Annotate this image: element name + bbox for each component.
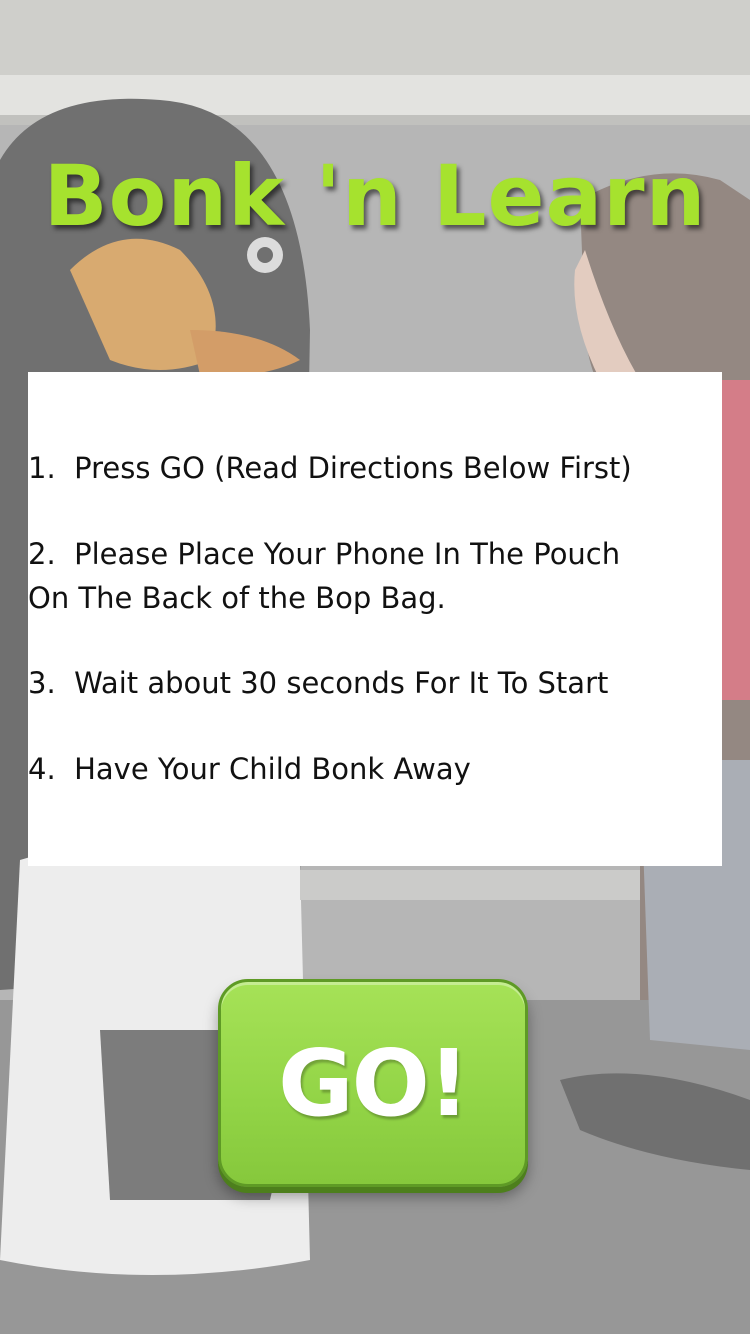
app-title: Bonk 'n Learn xyxy=(43,147,707,245)
go-button[interactable]: GO! xyxy=(218,979,528,1187)
instruction-step-4: 4. Have Your Child Bonk Away xyxy=(28,752,471,786)
instruction-step-3: 3. Wait about 30 seconds For It To Start xyxy=(28,666,609,700)
go-button-label: GO! xyxy=(278,1029,470,1137)
instruction-step-2: 2. Please Place Your Phone In The Pouch … xyxy=(28,537,621,615)
instruction-step-1: 1. Press GO (Read Directions Below First… xyxy=(28,451,632,485)
app-screen: Bonk 'n Learn 1. Press GO (Read Directio… xyxy=(0,0,750,1334)
